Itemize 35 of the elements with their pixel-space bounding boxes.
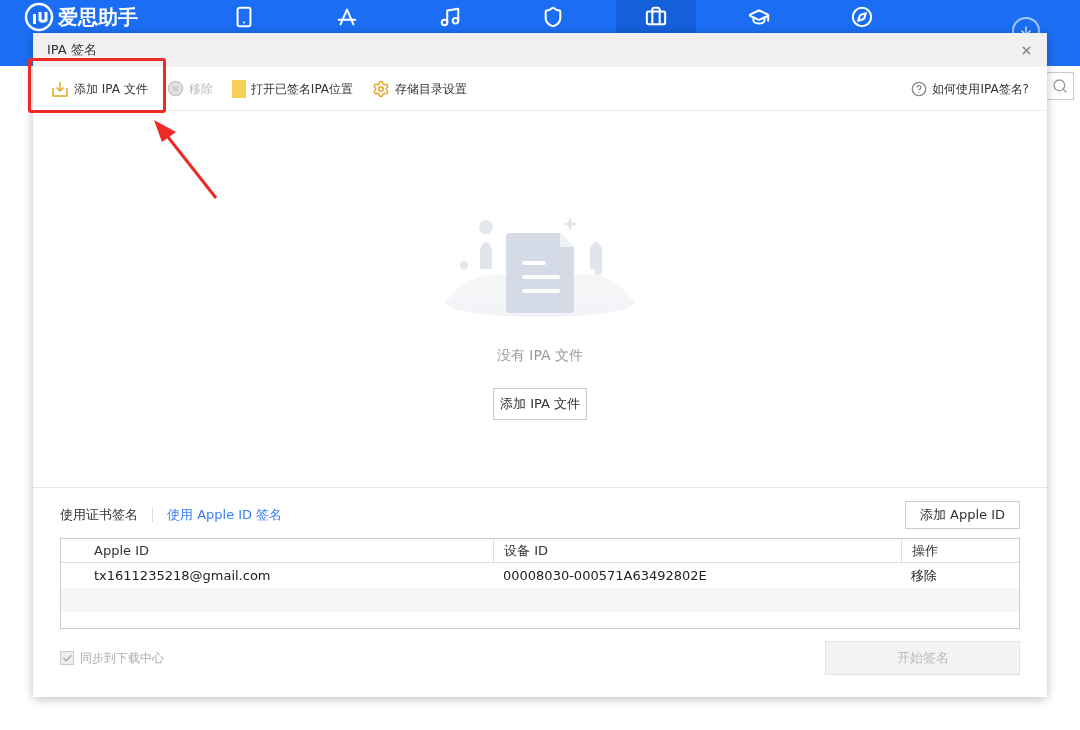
table-row[interactable]: tx1611235218@gmail.com 00008030-000571A63492802E 移除 xyxy=(61,563,1019,588)
check-icon xyxy=(61,652,73,664)
column-header: 设备 ID xyxy=(504,541,548,560)
column-header: Apple ID xyxy=(94,541,149,560)
empty-message: 没有 IPA 文件 xyxy=(496,346,584,365)
sign-mode-tab[interactable]: 使用证书签名 xyxy=(60,505,138,525)
search-button[interactable] xyxy=(1046,72,1074,100)
toolbar-button[interactable]: 存储目录设置 xyxy=(372,79,468,98)
nav-tab[interactable] xyxy=(616,0,696,33)
dialog-title: IPA 签名 xyxy=(47,41,97,60)
remove-icon xyxy=(166,80,184,97)
download-tray-icon xyxy=(51,79,69,98)
close-button[interactable] xyxy=(1020,43,1033,57)
music-icon xyxy=(439,5,461,28)
settings-icon xyxy=(372,79,391,98)
toolbox-icon xyxy=(645,5,667,28)
help-link[interactable]: 如何使用IPA签名? xyxy=(911,79,1029,98)
compass-icon xyxy=(851,5,873,28)
table-cell-text: tx1611235218@gmail.com xyxy=(93,566,272,585)
table-cell-text: 00008030-000571A63492802E xyxy=(502,566,708,585)
remove-link[interactable]: 移除 xyxy=(901,565,937,586)
shield-icon xyxy=(542,5,564,28)
close-icon xyxy=(1020,43,1033,57)
help-icon xyxy=(911,80,928,97)
add-ipa-button[interactable]: 添加 IPA 文件 xyxy=(493,388,587,420)
app-name: 爱思助手 xyxy=(58,6,138,27)
search-icon xyxy=(1052,78,1068,94)
sign-mode-tab[interactable]: 使用 Apple ID 签名 xyxy=(167,505,283,525)
toolbar-button[interactable]: 添加 IPA 文件 xyxy=(51,79,148,98)
column-header: 操作 xyxy=(912,541,938,560)
logo-icon xyxy=(24,1,54,32)
sync-label: 同步到下载中心 xyxy=(80,650,164,667)
add-apple-id-button[interactable]: 添加 Apple ID xyxy=(904,501,1020,529)
folder-icon xyxy=(231,79,246,98)
toolbar-button[interactable]: 打开已签名IPA位置 xyxy=(231,79,354,98)
